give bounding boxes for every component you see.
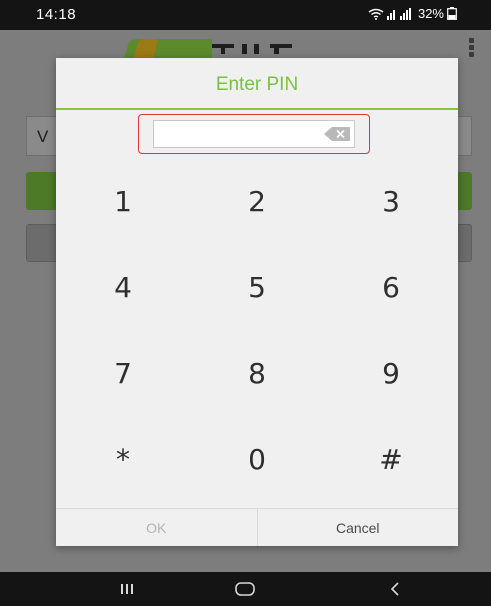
- cancel-button[interactable]: Cancel: [258, 509, 459, 546]
- key-2[interactable]: 2: [190, 158, 324, 244]
- dialog-title: Enter PIN: [215, 74, 299, 95]
- navigation-bar: [0, 572, 491, 606]
- wifi-icon: [368, 8, 384, 20]
- key-9[interactable]: 9: [324, 330, 458, 416]
- key-6[interactable]: 6: [324, 244, 458, 330]
- app-logo-title: [212, 44, 292, 54]
- key-3[interactable]: 3: [324, 158, 458, 244]
- status-icons: 32%: [368, 6, 457, 21]
- key-4[interactable]: 4: [56, 244, 190, 330]
- recents-icon[interactable]: [87, 572, 167, 606]
- pin-field-highlight: [138, 114, 370, 154]
- back-icon[interactable]: [355, 572, 435, 606]
- key-0[interactable]: 0: [190, 416, 324, 502]
- status-time: 14:18: [36, 6, 77, 23]
- background-input-text: V: [37, 127, 49, 146]
- signal-icon: [386, 7, 415, 20]
- backspace-icon[interactable]: [323, 126, 351, 142]
- pin-dialog: Enter PIN 1 2 3 4 5 6 7 8 9 * 0 # OK Can…: [56, 58, 458, 546]
- overflow-menu-icon[interactable]: [469, 38, 475, 60]
- key-1[interactable]: 1: [56, 158, 190, 244]
- ok-button[interactable]: OK: [56, 509, 258, 546]
- keypad: 1 2 3 4 5 6 7 8 9 * 0 #: [56, 158, 458, 508]
- home-icon[interactable]: [205, 572, 285, 606]
- key-7[interactable]: 7: [56, 330, 190, 416]
- battery-icon: [447, 7, 457, 20]
- status-bar: 14:18 32%: [0, 0, 491, 30]
- dialog-actions: OK Cancel: [56, 508, 458, 546]
- battery-level: 32%: [417, 6, 444, 21]
- dialog-divider: [56, 108, 458, 110]
- key-5[interactable]: 5: [190, 244, 324, 330]
- key-hash[interactable]: #: [324, 416, 458, 502]
- key-star[interactable]: *: [56, 416, 190, 502]
- key-8[interactable]: 8: [190, 330, 324, 416]
